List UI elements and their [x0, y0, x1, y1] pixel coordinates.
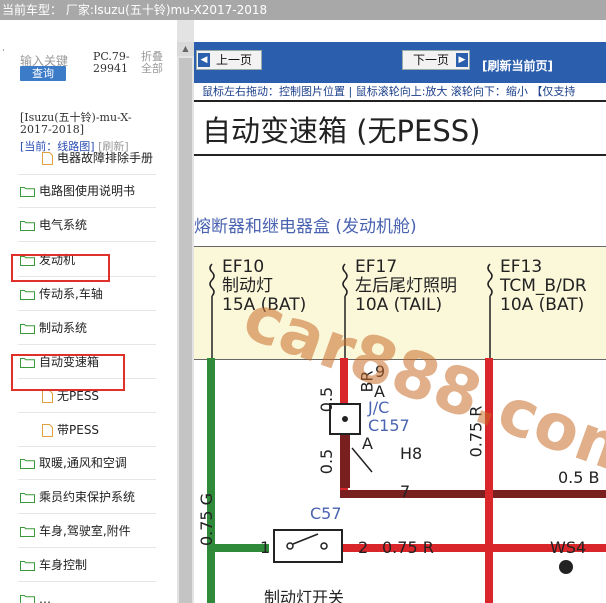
tree-item[interactable]: 车身控制: [20, 553, 87, 577]
next-page-button[interactable]: 下一页 ▶: [402, 50, 470, 70]
tree-item-label: 电器故障排除手册: [57, 151, 154, 165]
tree-item-label: 传动系,车轴: [39, 287, 103, 301]
wire-label-ws4: WS4: [550, 538, 587, 557]
tree-item-label: 车身控制: [39, 558, 88, 572]
prev-page-label: 上一页: [215, 53, 252, 67]
wiring-diagram[interactable]: 自动变速箱 (无PESS) 熔断器和继电器盒 (发动机舱) EF10 制动灯 1…: [194, 100, 606, 603]
tree-item-label: 车身,驾驶室,附件: [39, 524, 131, 538]
refresh-page-link[interactable]: [刷新当前页]: [482, 57, 553, 74]
tree-item[interactable]: 传动系,车轴: [20, 282, 103, 306]
tree-separator: [18, 174, 156, 175]
folder-icon: [20, 594, 35, 603]
fuse-ef17-symbol: [342, 263, 348, 297]
brake-switch-symbol: [273, 529, 343, 563]
folder-icon: [20, 289, 35, 300]
top-dot: ‧: [2, 46, 5, 56]
doc-icon: [42, 151, 53, 165]
brake-switch-label: 制动灯开关: [264, 588, 345, 603]
tree-item[interactable]: …: [20, 587, 51, 603]
wire-label-pin1: 1: [260, 538, 271, 557]
wire-label-h8: H8: [400, 444, 423, 463]
tree-item[interactable]: 车身,驾驶室,附件: [20, 519, 131, 543]
fuse-ef13: EF13 TCM_B/DR 10A (BAT): [500, 258, 587, 315]
highlight-auto-transmission: [11, 354, 125, 391]
arrow-left-icon: ◀: [198, 53, 210, 67]
window-title: 当前车型： 厂家:Isuzu(五十铃)mu-X2017-2018: [2, 3, 268, 17]
tree-item[interactable]: 电器故障排除手册: [42, 146, 153, 170]
wire-label-075g: 0.75 G: [197, 492, 217, 547]
search-area: ‧ 输入关键 查询 PC.79-29941 折叠全部: [0, 20, 177, 90]
wire-label-05-bottom: 0.5: [317, 448, 337, 475]
fuse-ef17-name: 左后尾灯照明: [355, 276, 457, 296]
fuse-ef17: EF17 左后尾灯照明 10A (TAIL): [355, 258, 457, 315]
wire-green: [207, 358, 215, 603]
tree-separator: [18, 547, 156, 548]
tree-separator: [18, 207, 156, 208]
sidebar: ‧ 输入关键 查询 PC.79-29941 折叠全部 [Isuzu(五十铃)-m…: [0, 20, 177, 603]
folder-icon: [20, 560, 35, 571]
fuse-ef17-id: EF17: [355, 257, 398, 277]
tree-separator: [18, 581, 156, 582]
tree-separator: [18, 479, 156, 480]
tree-separator: [18, 344, 156, 345]
window-title-bar: 当前车型： 厂家:Isuzu(五十铃)mu-X2017-2018: [0, 0, 606, 20]
tree-separator: [18, 241, 156, 242]
arrow-right-icon: ▶: [456, 53, 468, 67]
tree-item-label: …: [39, 592, 51, 603]
folder-icon: [20, 186, 35, 197]
wire-label-075r-bottom: 0.75 R: [382, 538, 434, 557]
tree-item-label: 乘员约束保护系统: [39, 490, 136, 504]
tree-item[interactable]: 电路图使用说明书: [20, 179, 135, 203]
tree-item-label: 电气系统: [39, 218, 88, 232]
fuse-ef10-symbol: [209, 263, 215, 297]
tree-separator: [18, 412, 156, 413]
tree-item[interactable]: 电气系统: [20, 213, 87, 237]
fold-all-link[interactable]: 折叠全部: [141, 51, 169, 75]
model-info: [Isuzu(五十铃)-mu-X-2017-2018]: [20, 111, 132, 136]
fuse-ef13-rating: 10A (BAT): [500, 295, 585, 315]
wire-label-7: 7: [400, 482, 411, 501]
fuse-ef13-name: TCM_B/DR: [500, 276, 587, 296]
tree-item-label: 电路图使用说明书: [39, 184, 136, 198]
wire-label-c157: C157: [368, 416, 410, 435]
folder-icon: [20, 220, 35, 231]
doc-icon: [42, 389, 53, 403]
doc-icon: [42, 423, 53, 437]
tree-separator: [18, 513, 156, 514]
prev-page-button[interactable]: ◀ 上一页: [196, 50, 262, 70]
tree-item[interactable]: 取暖,通风和空调: [20, 451, 127, 475]
tree-item[interactable]: 制动系统: [20, 316, 87, 340]
wire-brown-horizontal: [340, 490, 606, 498]
tree-separator: [18, 310, 156, 311]
next-page-label: 下一页: [412, 53, 449, 67]
highlight-engine: [11, 254, 110, 282]
ws4-splice-dot: [559, 560, 573, 574]
diagram-viewer: ◀ 上一页 下一页 ▶ [刷新当前页] 鼠标左右拖动：控制图片位置 | 鼠标滚轮…: [194, 20, 606, 603]
tree-item-label: 带PESS: [57, 423, 100, 437]
fuse-ef13-symbol: [487, 263, 493, 297]
tree-item[interactable]: 乘员约束保护系统: [20, 485, 135, 509]
wire-label-05-top: 0.5: [317, 386, 337, 413]
folder-icon: [20, 323, 35, 334]
fuse-ef17-rating: 10A (TAIL): [355, 295, 443, 315]
wire-label-c57: C57: [310, 504, 342, 523]
folder-icon: [20, 492, 35, 503]
folder-icon: [20, 526, 35, 537]
wire-label-pin2: 2: [358, 538, 369, 557]
folder-icon: [20, 458, 35, 469]
tree-item-label: 取暖,通风和空调: [39, 456, 127, 470]
wire-label-b-under-jc: A: [362, 434, 373, 453]
tree-item[interactable]: 带PESS: [42, 418, 99, 442]
tree-separator: [18, 446, 156, 447]
jc-junction-dot: [342, 416, 348, 422]
sidebar-scrollbar[interactable]: ▲: [177, 20, 194, 603]
scroll-up-arrow-icon[interactable]: ▲: [177, 42, 194, 56]
fuse-ef10-id: EF10: [222, 257, 265, 277]
scroll-thumb[interactable]: [179, 58, 192, 603]
tree-item-label: 制动系统: [39, 321, 88, 335]
fuse-ef13-id: EF13: [500, 257, 543, 277]
hint-bar: 鼠标左右拖动：控制图片位置 | 鼠标滚轮向上:放大 滚轮向下：缩小 【仅支持: [194, 82, 606, 100]
pc-code: PC.79-29941: [93, 50, 130, 75]
query-button[interactable]: 查询: [20, 66, 66, 81]
